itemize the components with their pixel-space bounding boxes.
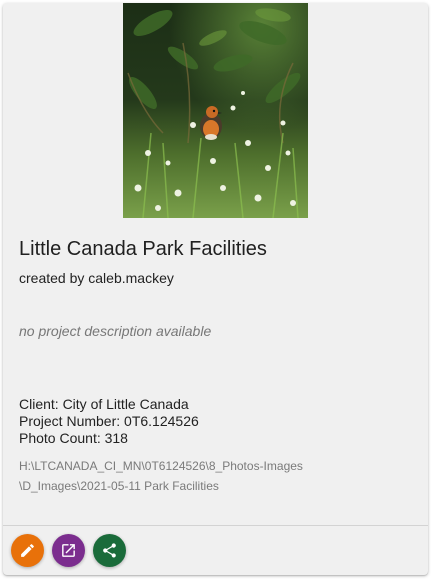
project-number: Project Number: 0T6.124526	[19, 413, 199, 429]
project-path: H:\LTCANADA_CI_MN\0T6124526\8_Photos-Ima…	[19, 459, 303, 493]
photo-count: Photo Count: 318	[19, 430, 128, 446]
card-divider	[3, 525, 428, 526]
project-card: Little Canada Park Facilities created by…	[3, 3, 428, 575]
project-title: Little Canada Park Facilities	[19, 238, 267, 260]
project-creator: created by caleb.mackey	[19, 270, 174, 286]
robin-bird-photo	[123, 3, 308, 218]
share-icon	[103, 543, 116, 558]
open-in-new-icon	[62, 544, 75, 557]
share-button[interactable]	[93, 534, 126, 567]
card-actions	[11, 534, 126, 567]
project-description: no project description available	[19, 323, 212, 339]
pencil-icon	[21, 544, 34, 557]
project-thumbnail[interactable]	[123, 3, 308, 218]
project-client: Client: City of Little Canada	[19, 396, 189, 412]
edit-button[interactable]	[11, 534, 44, 567]
project-meta: Client: City of Little Canada Project Nu…	[19, 396, 199, 447]
open-in-new-button[interactable]	[52, 534, 85, 567]
